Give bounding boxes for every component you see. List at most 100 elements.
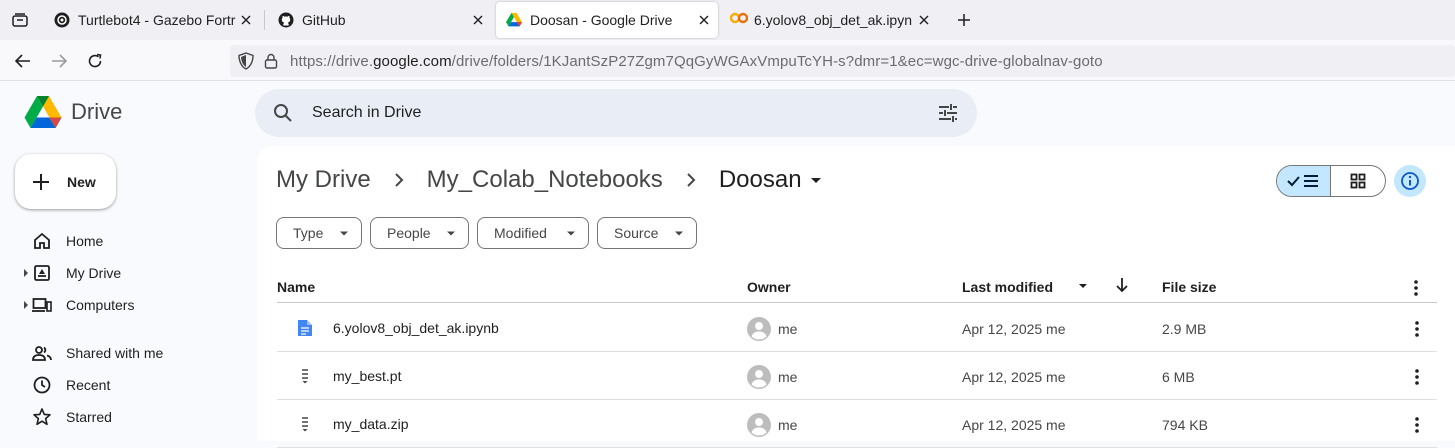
owner: me <box>778 417 798 433</box>
sidebar-item-label: Computers <box>66 297 135 313</box>
view-toggle <box>1276 165 1386 197</box>
last-modified: Apr 12, 2025 me <box>962 321 1066 337</box>
chevron-right-icon <box>679 168 703 192</box>
sidebar-item-label: My Drive <box>66 265 122 281</box>
file-table-header: Name Owner Last modified File size <box>277 271 1437 303</box>
lock-icon[interactable] <box>264 53 282 69</box>
new-button[interactable]: New <box>15 154 116 209</box>
sidebar-item-starred[interactable]: Starred <box>22 401 112 433</box>
filter-chip-type[interactable]: Type <box>276 217 362 249</box>
tab-list-icon[interactable] <box>8 8 32 32</box>
list-view-check-icon <box>1286 173 1321 189</box>
file-generic-icon <box>297 367 313 385</box>
file-generic-icon <box>297 415 313 433</box>
close-tab-icon[interactable] <box>914 10 934 30</box>
breadcrumb-current-folder[interactable]: Doosan <box>719 166 802 194</box>
tab-title: Turtlebot4 - Gazebo Fortre <box>78 12 236 28</box>
owner: me <box>778 369 798 385</box>
browser-tab-bar: Turtlebot4 - Gazebo Fortre GitHub Doosan… <box>0 0 1455 40</box>
drive-app: Drive Search in Drive New Home My Drive <box>0 81 1455 448</box>
column-header-name[interactable]: Name <box>277 279 315 295</box>
close-tab-icon[interactable] <box>694 10 714 30</box>
back-arrow-icon[interactable] <box>12 50 34 72</box>
sidebar-item-label: Recent <box>66 377 111 393</box>
folder-menu-caret-icon[interactable] <box>806 170 826 190</box>
file-size: 6 MB <box>1162 369 1195 385</box>
sidebar-item-label: Shared with me <box>66 345 164 361</box>
close-tab-icon[interactable] <box>236 10 256 30</box>
chevron-down-icon <box>670 224 688 242</box>
url-prefix: https://drive. <box>290 52 374 70</box>
chip-label: Type <box>293 225 324 241</box>
url-path: /drive/folders/1KJantSzP27Zgm7QqGyWGAxVm… <box>451 52 1103 70</box>
forward-arrow-icon[interactable] <box>48 50 70 72</box>
clock-icon <box>32 375 52 395</box>
file-name: my_best.pt <box>333 368 402 384</box>
avatar <box>747 317 771 341</box>
tab-turtlebot[interactable]: Turtlebot4 - Gazebo Fortre <box>44 2 260 38</box>
info-icon[interactable] <box>1394 165 1426 197</box>
filter-chip-people[interactable]: People <box>370 217 469 249</box>
reload-icon[interactable] <box>84 50 106 72</box>
sidebar-item-home[interactable]: Home <box>22 225 103 257</box>
plus-icon <box>32 173 52 191</box>
search-icon[interactable] <box>273 103 295 123</box>
breadcrumb-my-colab-notebooks[interactable]: My_Colab_Notebooks <box>427 166 663 194</box>
chevron-down-icon <box>442 224 460 242</box>
sidebar-item-shared[interactable]: Shared with me <box>22 337 163 369</box>
more-vert-icon[interactable] <box>1405 365 1429 389</box>
doc-icon <box>297 319 313 337</box>
new-tab-plus-icon[interactable] <box>953 9 975 31</box>
home-icon <box>32 231 52 251</box>
more-vert-icon[interactable] <box>1405 317 1429 341</box>
expand-caret-icon[interactable] <box>22 301 30 309</box>
address-bar[interactable]: https://drive.google.com/drive/folders/1… <box>230 45 1455 77</box>
table-row[interactable]: my_best.pt me Apr 12, 2025 me 6 MB <box>277 352 1437 400</box>
sidebar-item-computers[interactable]: Computers <box>22 289 134 321</box>
search-input[interactable]: Search in Drive <box>312 104 421 122</box>
last-modified: Apr 12, 2025 me <box>962 369 1066 385</box>
computers-icon <box>32 295 52 315</box>
logo-text: Drive <box>71 99 123 124</box>
tab-github[interactable]: GitHub <box>268 2 492 38</box>
list-view-button[interactable] <box>1277 166 1332 196</box>
close-tab-icon[interactable] <box>468 10 488 30</box>
column-header-file-size[interactable]: File size <box>1162 279 1216 295</box>
tracking-shield-icon[interactable] <box>238 52 256 70</box>
column-header-owner[interactable]: Owner <box>747 279 791 295</box>
breadcrumb-my-drive[interactable]: My Drive <box>276 166 371 194</box>
sidebar-item-my-drive[interactable]: My Drive <box>22 257 121 289</box>
tab-colab[interactable]: 6.yolov8_obj_det_ak.ipyn <box>720 2 938 38</box>
drive-logo[interactable]: Drive <box>24 95 122 129</box>
avatar <box>747 365 771 389</box>
sidebar-item-recent[interactable]: Recent <box>22 369 110 401</box>
more-vert-icon[interactable] <box>1405 413 1429 437</box>
browser-nav-bar: https://drive.google.com/drive/folders/1… <box>0 40 1455 81</box>
filter-chip-source[interactable]: Source <box>597 217 697 249</box>
tab-google-drive[interactable]: Doosan - Google Drive <box>496 2 718 38</box>
last-modified: Apr 12, 2025 me <box>962 417 1066 433</box>
tab-title: GitHub <box>302 12 346 28</box>
google-drive-logo-icon <box>24 95 62 129</box>
avatar <box>747 413 771 437</box>
url-domain: google.com <box>373 52 452 70</box>
search-options-icon[interactable] <box>937 102 959 124</box>
more-vert-icon[interactable] <box>1404 276 1428 300</box>
sidebar-item-label: Home <box>66 233 104 249</box>
table-row[interactable]: 6.yolov8_obj_det_ak.ipynb me Apr 12, 202… <box>277 304 1437 352</box>
file-name: 6.yolov8_obj_det_ak.ipynb <box>333 320 499 336</box>
owner: me <box>778 321 798 337</box>
search-bar[interactable]: Search in Drive <box>255 89 977 137</box>
filter-chip-modified[interactable]: Modified <box>477 217 589 249</box>
tab-title: Doosan - Google Drive <box>530 12 673 28</box>
file-name: my_data.zip <box>333 416 409 432</box>
column-header-last-modified[interactable]: Last modified <box>962 279 1053 295</box>
grid-view-button[interactable] <box>1331 166 1385 196</box>
url-text[interactable]: https://drive.google.com/drive/folders/1… <box>290 53 1103 70</box>
sort-menu-caret-icon[interactable] <box>1076 279 1090 293</box>
expand-caret-icon[interactable] <box>22 269 30 277</box>
sort-direction-arrow-icon[interactable] <box>1113 276 1131 294</box>
file-size: 2.9 MB <box>1162 321 1207 337</box>
my-drive-icon <box>32 263 52 283</box>
main-panel: My Drive My_Colab_Notebooks Doosan Type … <box>257 146 1455 448</box>
